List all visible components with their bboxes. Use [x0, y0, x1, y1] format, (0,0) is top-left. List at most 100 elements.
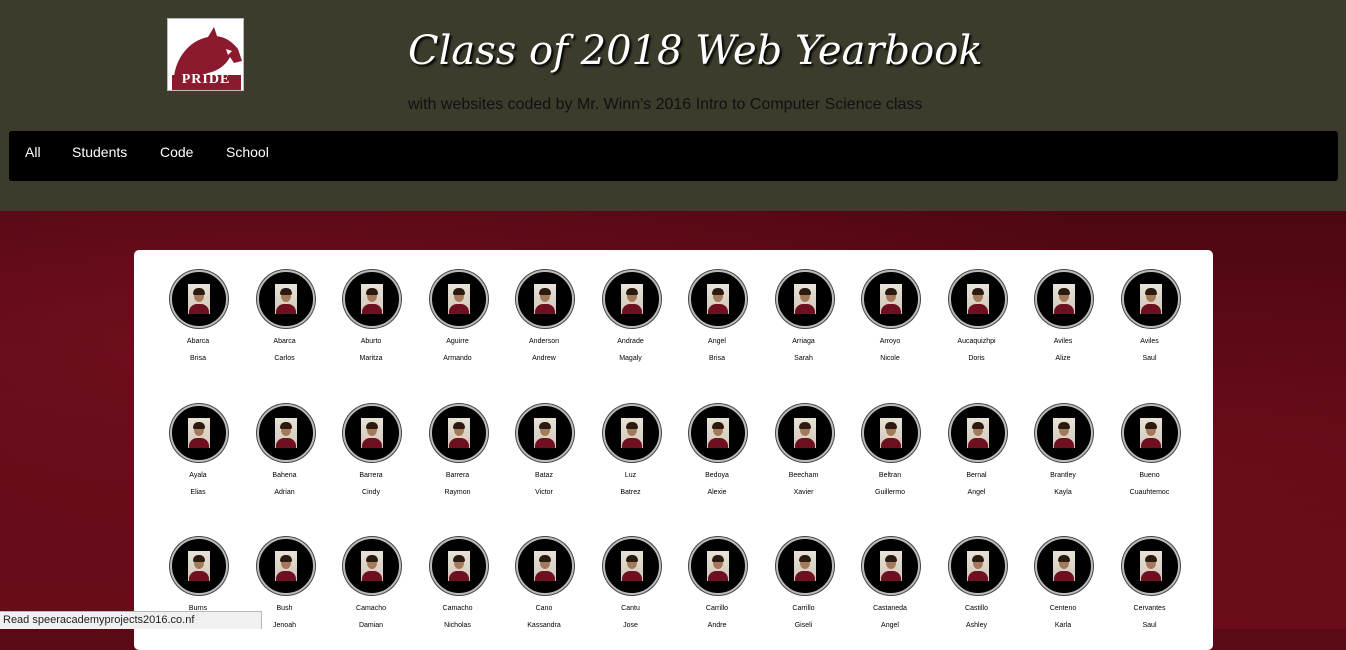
student-card[interactable]: Castillo Ashley — [934, 537, 1020, 647]
student-last-name: Anderson — [529, 338, 559, 345]
student-photo — [1139, 418, 1162, 448]
page-title: Class of 2018 Web Yearbook — [408, 28, 983, 74]
student-card[interactable]: Carrillo Giseli — [761, 537, 847, 647]
student-card[interactable]: Camacho Nicholas — [415, 537, 501, 647]
student-avatar[interactable] — [170, 270, 228, 328]
student-avatar[interactable] — [429, 270, 488, 328]
student-avatar[interactable] — [170, 404, 228, 462]
student-avatar[interactable] — [862, 270, 920, 328]
pride-logo[interactable]: PRIDE — [167, 18, 244, 91]
student-last-name: Arroyo — [879, 338, 901, 345]
nav-students[interactable]: Students — [72, 144, 127, 160]
student-avatar[interactable] — [1035, 404, 1093, 462]
student-avatar[interactable] — [948, 270, 1007, 328]
student-card[interactable]: Barrera Raymon — [415, 404, 501, 514]
student-last-name: Bueno — [1139, 472, 1160, 479]
student-card[interactable]: Abarca Brisa — [155, 270, 241, 380]
student-avatar[interactable] — [775, 270, 834, 328]
nav-code[interactable]: Code — [160, 144, 193, 160]
student-avatar[interactable] — [602, 404, 661, 462]
student-avatar[interactable] — [862, 404, 920, 462]
student-photo — [1053, 551, 1075, 581]
student-photo — [274, 284, 297, 314]
student-avatar[interactable] — [343, 270, 401, 328]
student-last-name: Aburto — [360, 338, 382, 345]
student-card[interactable]: Castaneda Angel — [847, 537, 933, 647]
student-avatar[interactable] — [689, 270, 747, 328]
student-avatar[interactable] — [948, 404, 1007, 462]
student-avatar[interactable] — [948, 537, 1007, 595]
student-last-name: Luz — [624, 472, 637, 479]
student-card[interactable]: Aburto Maritza — [328, 270, 414, 380]
student-card[interactable]: Arriaga Sarah — [761, 270, 847, 380]
student-card[interactable]: Aviles Saul — [1107, 270, 1193, 380]
student-avatar[interactable] — [256, 537, 315, 595]
student-card[interactable]: Bueno Cuauhtemoc — [1107, 404, 1193, 514]
student-last-name: Arriaga — [792, 338, 815, 345]
student-card[interactable]: Cano Kassandra — [501, 537, 587, 647]
student-photo — [793, 418, 816, 448]
student-card[interactable]: Aviles Alize — [1020, 270, 1106, 380]
student-card[interactable]: Barrera Cindy — [328, 404, 414, 514]
student-card[interactable]: Anderson Andrew — [501, 270, 587, 380]
student-avatar[interactable] — [775, 404, 834, 462]
student-card[interactable]: Cantu Jose — [588, 537, 674, 647]
student-card[interactable]: Bahena Adrian — [242, 404, 328, 514]
student-avatar[interactable] — [516, 270, 574, 328]
nav-school[interactable]: School — [226, 144, 269, 160]
student-card[interactable]: Bush Jenoah — [242, 537, 328, 647]
student-card[interactable]: Luz Batrez — [588, 404, 674, 514]
student-card[interactable]: Bedoya Alexie — [674, 404, 760, 514]
student-card[interactable]: Camacho Damian — [328, 537, 414, 647]
student-first-name: Andre — [707, 622, 727, 629]
student-card[interactable]: Burns — [155, 537, 241, 647]
student-avatar[interactable] — [256, 404, 315, 462]
student-first-name: Kayla — [1054, 489, 1072, 496]
student-photo — [793, 551, 816, 581]
student-avatar[interactable] — [516, 537, 574, 595]
student-avatar[interactable] — [170, 537, 228, 595]
student-card[interactable]: Angel Brisa — [674, 270, 760, 380]
student-avatar[interactable] — [429, 537, 488, 595]
student-card[interactable]: Cervantes Saul — [1107, 537, 1193, 647]
student-avatar[interactable] — [1121, 404, 1180, 462]
student-avatar[interactable] — [516, 404, 574, 462]
student-last-name: Cano — [535, 605, 553, 612]
student-avatar[interactable] — [602, 270, 661, 328]
student-first-name: Brisa — [190, 355, 206, 362]
student-last-name: Cervantes — [1133, 605, 1166, 612]
student-first-name: Armando — [443, 355, 472, 362]
student-photo — [620, 284, 643, 314]
nav-all[interactable]: All — [25, 144, 41, 160]
student-avatar[interactable] — [689, 537, 747, 595]
student-avatar[interactable] — [602, 537, 661, 595]
student-photo — [274, 551, 297, 581]
student-card[interactable]: Abarca Carlos — [242, 270, 328, 380]
student-avatar[interactable] — [1035, 270, 1093, 328]
student-card[interactable]: Brantley Kayla — [1020, 404, 1106, 514]
student-avatar[interactable] — [862, 537, 920, 595]
student-card[interactable]: Andrade Magaly — [588, 270, 674, 380]
student-card[interactable]: Carrillo Andre — [674, 537, 760, 647]
student-card[interactable]: Arroyo Nicole — [847, 270, 933, 380]
student-card[interactable]: Beecham Xavier — [761, 404, 847, 514]
student-card[interactable]: Aguirre Armando — [415, 270, 501, 380]
student-first-name: Ashley — [965, 622, 987, 629]
student-grid-panel: Abarca Brisa Abarca Carlos Aburto Maritza Agui… — [134, 250, 1213, 650]
student-avatar[interactable] — [429, 404, 488, 462]
student-card[interactable]: Ayala Elias — [155, 404, 241, 514]
student-avatar[interactable] — [775, 537, 834, 595]
student-avatar[interactable] — [343, 537, 401, 595]
student-card[interactable]: Aucaquizhpi Doris — [934, 270, 1020, 380]
student-avatar[interactable] — [1121, 270, 1180, 328]
student-avatar[interactable] — [343, 404, 401, 462]
student-avatar[interactable] — [1035, 537, 1093, 595]
student-card[interactable]: Bataz Victor — [501, 404, 587, 514]
student-avatar[interactable] — [1121, 537, 1180, 595]
student-avatar[interactable] — [689, 404, 747, 462]
student-card[interactable]: Centeno Karla — [1020, 537, 1106, 647]
student-card[interactable]: Bernal Angel — [934, 404, 1020, 514]
student-last-name: Aguirre — [446, 338, 469, 345]
student-card[interactable]: Beltran Guillermo — [847, 404, 933, 514]
student-avatar[interactable] — [256, 270, 315, 328]
